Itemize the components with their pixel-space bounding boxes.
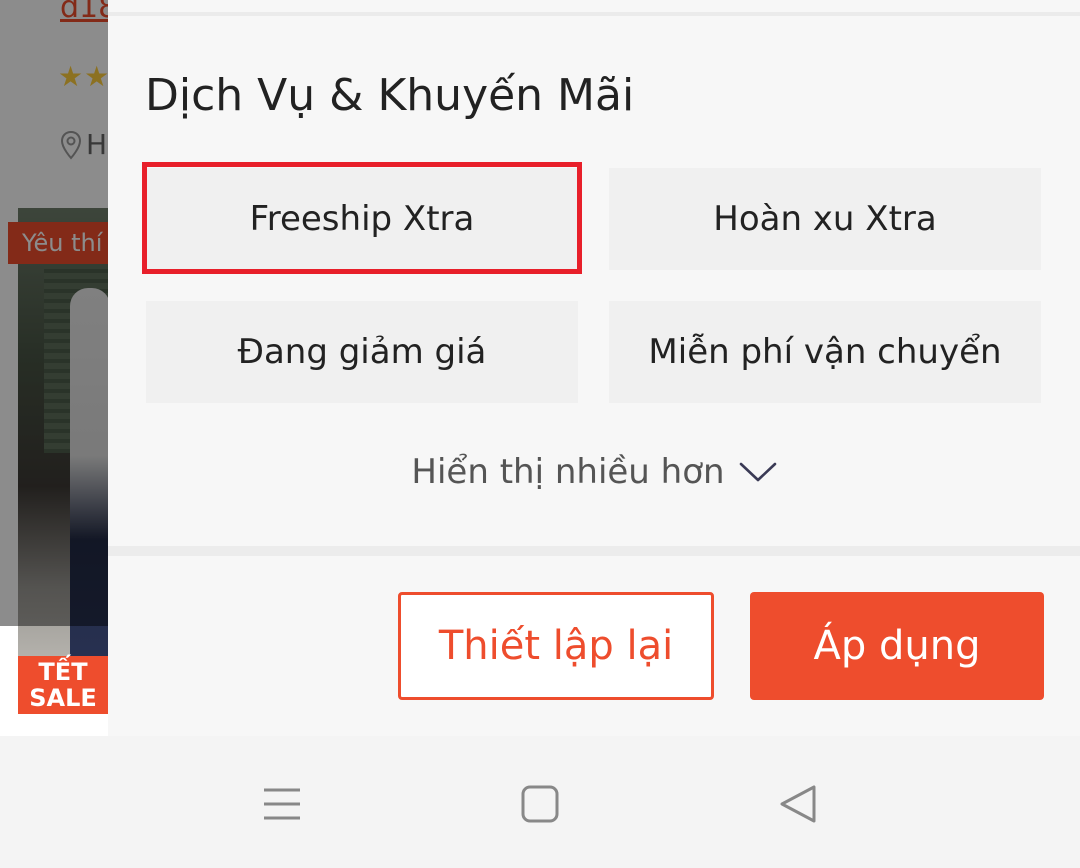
option-mien-phi-van-chuyen[interactable]: Miễn phí vận chuyển (609, 301, 1041, 403)
chevron-down-icon (739, 462, 776, 482)
show-more-button[interactable]: Hiển thị nhiều hơn (108, 452, 1080, 492)
home-icon[interactable] (516, 780, 564, 828)
dim-overlay[interactable] (0, 0, 108, 626)
divider (108, 12, 1080, 16)
back-icon[interactable] (774, 780, 822, 828)
show-more-label: Hiển thị nhiều hơn (411, 452, 725, 492)
sale-badge-line-2: SALE (29, 684, 97, 712)
tet-sale-badge: TẾT SALE (18, 656, 108, 714)
option-hoan-xu-xtra[interactable]: Hoàn xu Xtra (609, 168, 1041, 270)
option-freeship-xtra[interactable]: Freeship Xtra (146, 168, 578, 270)
menu-icon[interactable] (258, 780, 306, 828)
option-dang-giam-gia[interactable]: Đang giảm giá (146, 301, 578, 403)
divider (108, 546, 1080, 556)
reset-button[interactable]: Thiết lập lại (398, 592, 714, 700)
section-title: Dịch Vụ & Khuyến Mãi (145, 70, 635, 121)
sale-badge-line-1: TẾT (38, 658, 88, 686)
filter-drawer: Dịch Vụ & Khuyến Mãi Freeship Xtra Hoàn … (108, 0, 1080, 736)
background-product-list: đ18 ★★★ Hà Yêu thí TẾT SALE (0, 0, 108, 736)
apply-button[interactable]: Áp dụng (750, 592, 1044, 700)
system-navigation-bar (0, 736, 1080, 868)
